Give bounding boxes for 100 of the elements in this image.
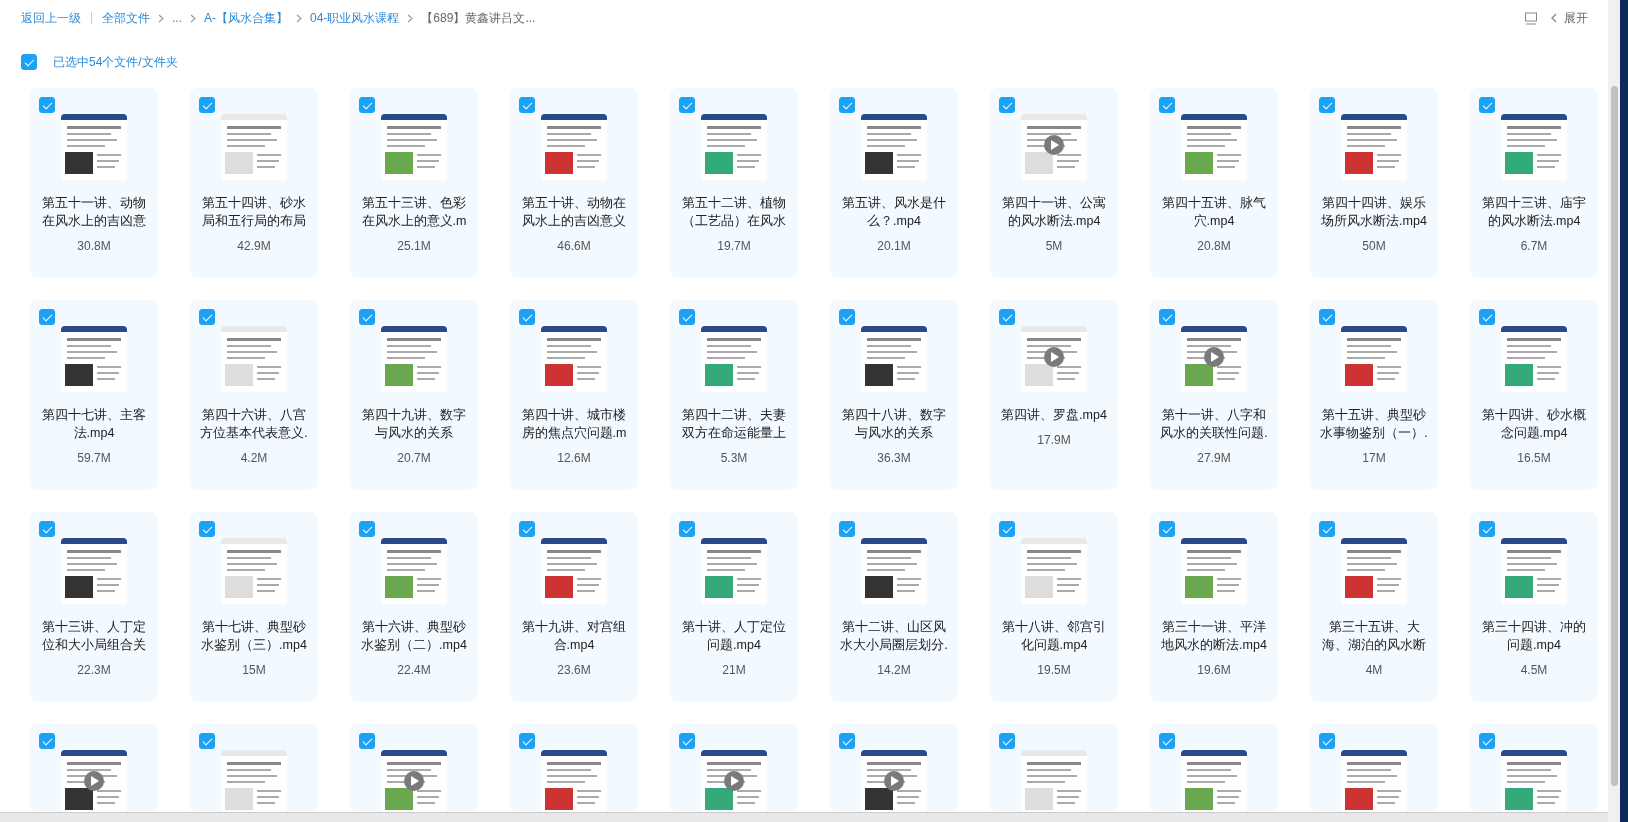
file-checkbox[interactable] — [1159, 733, 1175, 749]
file-checkbox[interactable] — [1159, 309, 1175, 325]
file-card[interactable]: 第十八讲、邻宫引化问题.mp4 19.5M — [990, 512, 1118, 702]
file-checkbox[interactable] — [839, 97, 855, 113]
file-checkbox[interactable] — [839, 309, 855, 325]
file-card[interactable]: 第三十四讲、冲的问题.mp4 4.5M — [1470, 512, 1598, 702]
file-checkbox[interactable] — [679, 309, 695, 325]
breadcrumb-link[interactable]: 全部文件 — [102, 9, 150, 27]
file-card[interactable]: 第四十七讲、主客法.mp4 59.7M — [30, 300, 158, 490]
file-checkbox[interactable] — [1319, 521, 1335, 537]
file-checkbox[interactable] — [839, 521, 855, 537]
file-card[interactable]: 第五讲、风水是什么？.mp4 20.1M — [830, 88, 958, 278]
file-checkbox[interactable] — [1319, 733, 1335, 749]
file-checkbox[interactable] — [359, 97, 375, 113]
file-card[interactable]: 第十七讲、典型砂水鉴别（三）.mp4 15M — [190, 512, 318, 702]
file-card[interactable]: 第十二讲、山区风水大小局圈层划分. 14.2M — [830, 512, 958, 702]
file-card[interactable]: 第四十五讲、脉气穴.mp4 20.8M — [1150, 88, 1278, 278]
file-checkbox[interactable] — [39, 309, 55, 325]
file-card[interactable]: 第十四讲、砂水概念问题.mp4 16.5M — [1470, 300, 1598, 490]
file-checkbox[interactable] — [1479, 733, 1495, 749]
file-checkbox[interactable] — [1479, 521, 1495, 537]
file-card[interactable]: 第五十二讲、植物（工艺品）在风水 19.7M — [670, 88, 798, 278]
file-checkbox[interactable] — [199, 309, 215, 325]
file-card[interactable]: 第五十讲、动物在风水上的吉凶意义 46.6M — [510, 88, 638, 278]
file-card[interactable] — [30, 724, 158, 812]
vertical-scrollbar[interactable] — [1608, 0, 1620, 822]
file-checkbox[interactable] — [999, 97, 1015, 113]
file-checkbox[interactable] — [839, 733, 855, 749]
file-checkbox[interactable] — [359, 733, 375, 749]
file-name: 第四十九讲、数字与风水的关系 — [361, 407, 467, 442]
file-card[interactable]: 第三十五讲、大海、湖泊的风水断 4M — [1310, 512, 1438, 702]
file-name: 第十一讲、八字和风水的关联性问题. — [1159, 407, 1269, 442]
file-size: 19.6M — [1197, 663, 1231, 677]
file-card[interactable]: 第四十讲、城市楼房的焦点穴问题.m 12.6M — [510, 300, 638, 490]
file-card[interactable]: 第十一讲、八字和风水的关联性问题. 27.9M — [1150, 300, 1278, 490]
file-checkbox[interactable] — [199, 97, 215, 113]
file-checkbox[interactable] — [999, 521, 1015, 537]
file-card[interactable]: 第四十一讲、公寓的风水断法.mp4 5M — [990, 88, 1118, 278]
file-checkbox[interactable] — [199, 521, 215, 537]
file-checkbox[interactable] — [679, 733, 695, 749]
file-checkbox[interactable] — [1159, 521, 1175, 537]
file-card[interactable]: 第四十八讲、数字与风水的关系 36.3M — [830, 300, 958, 490]
file-checkbox[interactable] — [359, 521, 375, 537]
select-all-checkbox[interactable] — [21, 54, 37, 70]
file-checkbox[interactable] — [39, 97, 55, 113]
file-card[interactable]: 第五十一讲、动物在风水上的吉凶意 30.8M — [30, 88, 158, 278]
file-checkbox[interactable] — [519, 309, 535, 325]
file-checkbox[interactable] — [1159, 97, 1175, 113]
file-checkbox[interactable] — [999, 733, 1015, 749]
file-name: 第四十五讲、脉气穴.mp4 — [1161, 195, 1267, 230]
file-checkbox[interactable] — [199, 733, 215, 749]
file-card[interactable] — [830, 724, 958, 812]
file-size: 15M — [242, 663, 266, 677]
file-card[interactable]: 第十三讲、人丁定位和大小局组合关 22.3M — [30, 512, 158, 702]
file-checkbox[interactable] — [39, 521, 55, 537]
file-card[interactable] — [350, 724, 478, 812]
file-checkbox[interactable] — [1319, 97, 1335, 113]
file-name: 第四十八讲、数字与风水的关系 — [841, 407, 947, 442]
file-card[interactable]: 第四十二讲、夫妻双方在命运能量上 5.3M — [670, 300, 798, 490]
play-icon[interactable] — [884, 771, 904, 791]
file-card[interactable]: 第十五讲、典型砂水事物鉴别（一）. 17M — [1310, 300, 1438, 490]
file-card[interactable] — [1470, 724, 1598, 812]
file-size: 4.5M — [1520, 663, 1548, 677]
breadcrumb-link[interactable]: A-【风水合集】 — [204, 9, 288, 27]
file-card[interactable]: 第十讲、人丁定位问题.mp4 21M — [670, 512, 798, 702]
file-checkbox[interactable] — [519, 521, 535, 537]
file-checkbox[interactable] — [519, 97, 535, 113]
file-card[interactable]: 第五十四讲、砂水局和五行局的布局 42.9M — [190, 88, 318, 278]
back-link[interactable]: 返回上一级 — [21, 9, 81, 27]
breadcrumb-link[interactable]: 04-职业风水课程 — [310, 9, 400, 27]
monitor-icon[interactable] — [1524, 11, 1538, 25]
file-checkbox[interactable] — [679, 521, 695, 537]
file-checkbox[interactable] — [39, 733, 55, 749]
chevron-right-icon — [190, 13, 196, 23]
file-card[interactable]: 第四十三讲、庙宇的风水断法.mp4 6.7M — [1470, 88, 1598, 278]
file-card[interactable] — [670, 724, 798, 812]
breadcrumb-current: 【689】黄鑫讲吕文... — [421, 9, 536, 27]
file-checkbox[interactable] — [1479, 309, 1495, 325]
file-card[interactable] — [1310, 724, 1438, 812]
file-card[interactable]: 第四十四讲、娱乐场所风水断法.mp4 50M — [1310, 88, 1438, 278]
breadcrumb-link[interactable]: ... — [172, 11, 182, 25]
horizontal-scrollbar[interactable] — [0, 812, 1608, 822]
file-checkbox[interactable] — [519, 733, 535, 749]
file-card[interactable] — [510, 724, 638, 812]
play-icon[interactable] — [84, 771, 104, 791]
file-card[interactable]: 第三十一讲、平洋地风水的断法.mp4 19.6M — [1150, 512, 1278, 702]
file-checkbox[interactable] — [359, 309, 375, 325]
file-card[interactable]: 第五十三讲、色彩在风水上的意义.m 25.1M — [350, 88, 478, 278]
file-checkbox[interactable] — [1479, 97, 1495, 113]
expand-button[interactable]: 展开 — [1550, 9, 1588, 27]
file-card[interactable]: 第十九讲、对宫组合.mp4 23.6M — [510, 512, 638, 702]
file-card[interactable] — [1150, 724, 1278, 812]
file-card[interactable]: 第四十九讲、数字与风水的关系 20.7M — [350, 300, 478, 490]
file-card[interactable]: 第四讲、罗盘.mp4 17.9M — [990, 300, 1118, 490]
file-card[interactable]: 第十六讲、典型砂水鉴别（二）.mp4 22.4M — [350, 512, 478, 702]
file-checkbox[interactable] — [999, 309, 1015, 325]
file-card[interactable]: 第四十六讲、八宫方位基本代表意义. 4.2M — [190, 300, 318, 490]
file-checkbox[interactable] — [679, 97, 695, 113]
file-checkbox[interactable] — [1319, 309, 1335, 325]
file-size: 5M — [1045, 239, 1063, 253]
